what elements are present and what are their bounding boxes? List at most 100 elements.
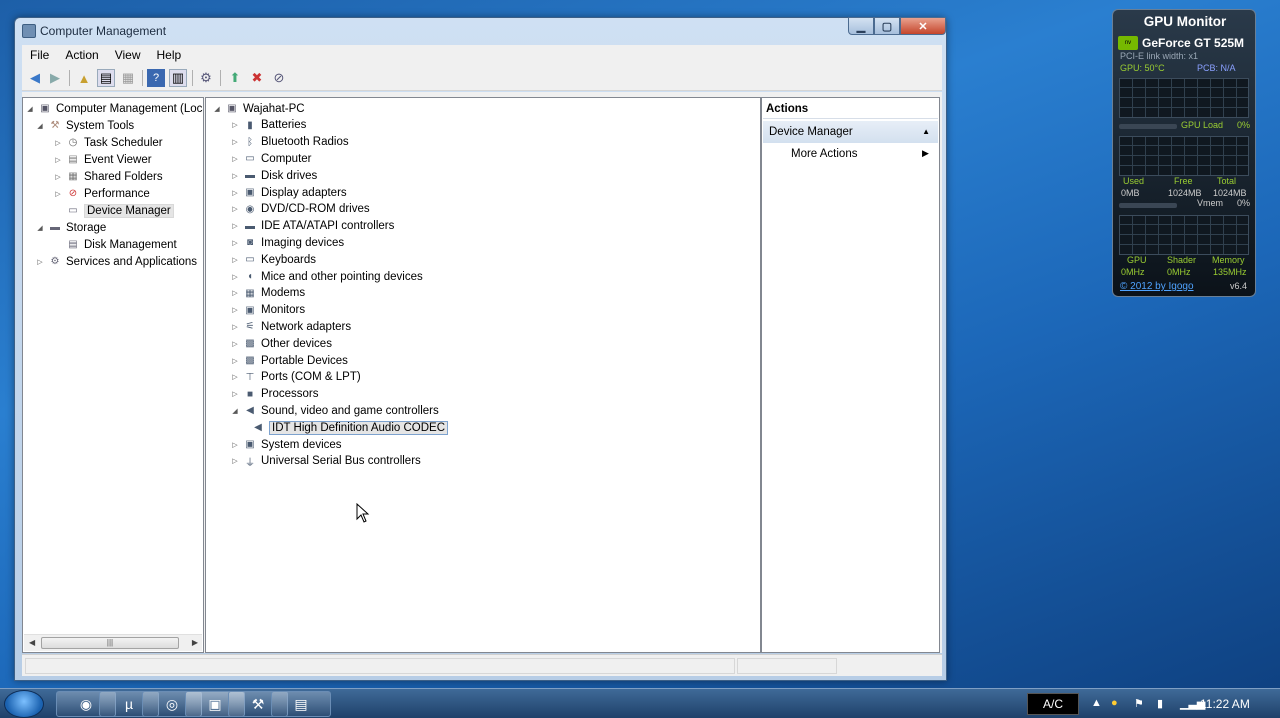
actions-section-device-manager[interactable]: Device Manager ▲: [763, 121, 938, 143]
tree-item-event-viewer[interactable]: ▷ ▤ Event Viewer: [53, 151, 151, 168]
collapse-arrow-icon[interactable]: ◢: [35, 122, 45, 130]
expand-arrow-icon[interactable]: ▷: [230, 340, 240, 348]
expand-arrow-icon[interactable]: ▷: [230, 357, 240, 365]
scroll-left-icon[interactable]: ◀: [29, 638, 35, 647]
update-driver-icon[interactable]: ⬆: [226, 69, 244, 87]
expand-arrow-icon[interactable]: ▷: [230, 189, 240, 197]
submenu-arrow-icon[interactable]: ▶: [922, 148, 929, 159]
expand-arrow-icon[interactable]: ▷: [230, 323, 240, 331]
expand-arrow-icon[interactable]: ▷: [230, 373, 240, 381]
disable-device-icon[interactable]: ⊘: [270, 69, 288, 87]
menu-file[interactable]: File: [22, 48, 57, 62]
collapse-arrow-icon[interactable]: ◢: [212, 105, 222, 113]
device-category-row[interactable]: ▷ ▦ Modems: [230, 285, 305, 302]
device-category-row[interactable]: ▷ ⊤ Ports (COM & LPT): [230, 369, 360, 386]
tree-item-storage[interactable]: ◢ ▬ Storage: [35, 219, 106, 236]
device-category-row[interactable]: ▷ ▩ Other devices: [230, 335, 332, 352]
gpu-monitor-gadget[interactable]: GPU Monitor nv GeForce GT 525M PCI-E lin…: [1112, 9, 1256, 297]
expand-arrow-icon[interactable]: ▷: [230, 222, 240, 230]
collapse-up-icon[interactable]: ▲: [922, 127, 930, 136]
status-panel: [737, 658, 837, 674]
device-category-row[interactable]: ▷ ▣ System devices: [230, 436, 341, 453]
tray-ac-indicator[interactable]: A/C: [1027, 693, 1079, 715]
device-category-row[interactable]: ▷ ◖ Mice and other pointing devices: [230, 268, 422, 285]
expand-arrow-icon[interactable]: ▷: [230, 256, 240, 264]
expand-arrow-icon[interactable]: ▷: [53, 190, 63, 198]
menu-action[interactable]: Action: [57, 48, 106, 62]
tree-item-services-applications[interactable]: ▷ ⚙ Services and Applications: [35, 253, 197, 270]
system-clock[interactable]: 11:22 AM: [1200, 697, 1250, 711]
expand-arrow-icon[interactable]: ▷: [35, 258, 45, 266]
device-category-row[interactable]: ▷ ▭ Keyboards: [230, 251, 316, 268]
tree-item-system-tools[interactable]: ◢ ⚒ System Tools: [35, 117, 134, 134]
expand-arrow-icon[interactable]: ▷: [230, 289, 240, 297]
device-category-row[interactable]: ▷ ▩ Portable Devices: [230, 352, 348, 369]
expand-arrow-icon[interactable]: ▷: [230, 172, 240, 180]
collapse-arrow-icon[interactable]: ◢: [25, 105, 35, 113]
expand-arrow-icon[interactable]: ▷: [230, 121, 240, 129]
scan-hardware-icon[interactable]: ⚙: [197, 69, 215, 87]
expand-arrow-icon[interactable]: ▷: [230, 390, 240, 398]
device-category-row[interactable]: ▷ ▬ IDE ATA/ATAPI controllers: [230, 218, 394, 235]
expand-arrow-icon[interactable]: ▷: [230, 457, 240, 465]
title-bar[interactable]: Computer Management ▁ ▢ ✕: [15, 17, 946, 44]
forward-icon[interactable]: ▶: [46, 69, 64, 87]
tree-item-task-scheduler[interactable]: ▷ ◷ Task Scheduler: [53, 134, 162, 151]
uninstall-icon[interactable]: ✖: [248, 69, 266, 87]
tree-item-shared-folders[interactable]: ▷ ▦ Shared Folders: [53, 168, 162, 185]
expand-arrow-icon[interactable]: ▷: [230, 155, 240, 163]
show-action-pane-icon[interactable]: ▥: [169, 69, 187, 87]
minimize-button[interactable]: ▁: [848, 17, 874, 35]
device-category-row[interactable]: ▷ ▣ Display adapters: [230, 184, 346, 201]
menu-help[interactable]: Help: [149, 48, 190, 62]
up-folder-icon[interactable]: ▲: [75, 69, 93, 87]
device-category-row[interactable]: ▷ ᛒ Bluetooth Radios: [230, 134, 348, 151]
scroll-thumb[interactable]: |||: [41, 637, 179, 649]
device-category-row[interactable]: ▷ ⏚ Universal Serial Bus controllers: [230, 453, 421, 470]
collapse-arrow-icon[interactable]: ◢: [230, 407, 240, 415]
device-category-row[interactable]: ▷ ▬ Disk drives: [230, 167, 317, 184]
tree-item-disk-management[interactable]: ▤ Disk Management: [53, 236, 176, 253]
close-button[interactable]: ✕: [900, 17, 946, 35]
device-category-row[interactable]: ▷ ◙ Imaging devices: [230, 234, 344, 251]
tree-item-computer-management[interactable]: ◢ ▣ Computer Management (Local: [25, 100, 203, 117]
show-hide-tree-icon[interactable]: ▤: [97, 69, 115, 87]
expand-arrow-icon[interactable]: ▷: [53, 156, 63, 164]
tree-item-performance[interactable]: ▷ ⊘ Performance: [53, 185, 150, 202]
device-category-row[interactable]: ▷ ▮ Batteries: [230, 117, 306, 134]
expand-arrow-icon[interactable]: ▷: [230, 239, 240, 247]
help-icon[interactable]: ?: [147, 69, 165, 87]
expand-arrow-icon[interactable]: ▷: [53, 173, 63, 181]
export-list-icon[interactable]: ▦: [119, 69, 137, 87]
device-category-row[interactable]: ▷ ■ Processors: [230, 386, 318, 403]
taskbar-notes-icon[interactable]: ▤: [271, 691, 331, 717]
expand-arrow-icon[interactable]: ▷: [230, 273, 240, 281]
expand-arrow-icon[interactable]: ▷: [53, 139, 63, 147]
show-hidden-icons-icon[interactable]: ▲: [1091, 697, 1102, 709]
device-category-label: Monitors: [261, 304, 306, 317]
back-icon[interactable]: ◀: [26, 69, 44, 87]
more-actions-link[interactable]: More Actions: [791, 148, 857, 160]
device-row[interactable]: ◀ IDT High Definition Audio CODEC: [248, 419, 448, 436]
tree-item-device-manager[interactable]: ▭ Device Manager: [53, 202, 174, 219]
expand-arrow-icon[interactable]: ▷: [230, 441, 240, 449]
device-category-row[interactable]: ▷ ◉ DVD/CD-ROM drives: [230, 201, 369, 218]
maximize-button[interactable]: ▢: [874, 17, 900, 35]
horizontal-scrollbar[interactable]: ◀ ||| ▶: [24, 634, 202, 651]
expand-arrow-icon[interactable]: ▷: [230, 205, 240, 213]
scroll-right-icon[interactable]: ▶: [192, 638, 198, 647]
start-button[interactable]: [4, 690, 44, 718]
action-center-flag-icon[interactable]: ⚑: [1134, 697, 1144, 710]
device-category-row[interactable]: ◢ ◀ Sound, video and game controllers: [230, 402, 438, 419]
device-category-row[interactable]: ▷ ▣ Monitors: [230, 302, 305, 319]
battery-tray-icon[interactable]: ▮: [1157, 697, 1163, 710]
copyright-link[interactable]: © 2012 by Igogo: [1120, 281, 1194, 292]
device-category-row[interactable]: ▷ ▭ Computer: [230, 150, 311, 167]
expand-arrow-icon[interactable]: ▷: [230, 138, 240, 146]
device-tree-root[interactable]: ◢ ▣ Wajahat-PC: [212, 100, 304, 117]
collapse-arrow-icon[interactable]: ◢: [35, 224, 45, 232]
menu-view[interactable]: View: [107, 48, 149, 62]
device-category-row[interactable]: ▷ ⚟ Network adapters: [230, 318, 351, 335]
expand-arrow-icon[interactable]: ▷: [230, 306, 240, 314]
notification-icon[interactable]: ●: [1111, 697, 1118, 709]
